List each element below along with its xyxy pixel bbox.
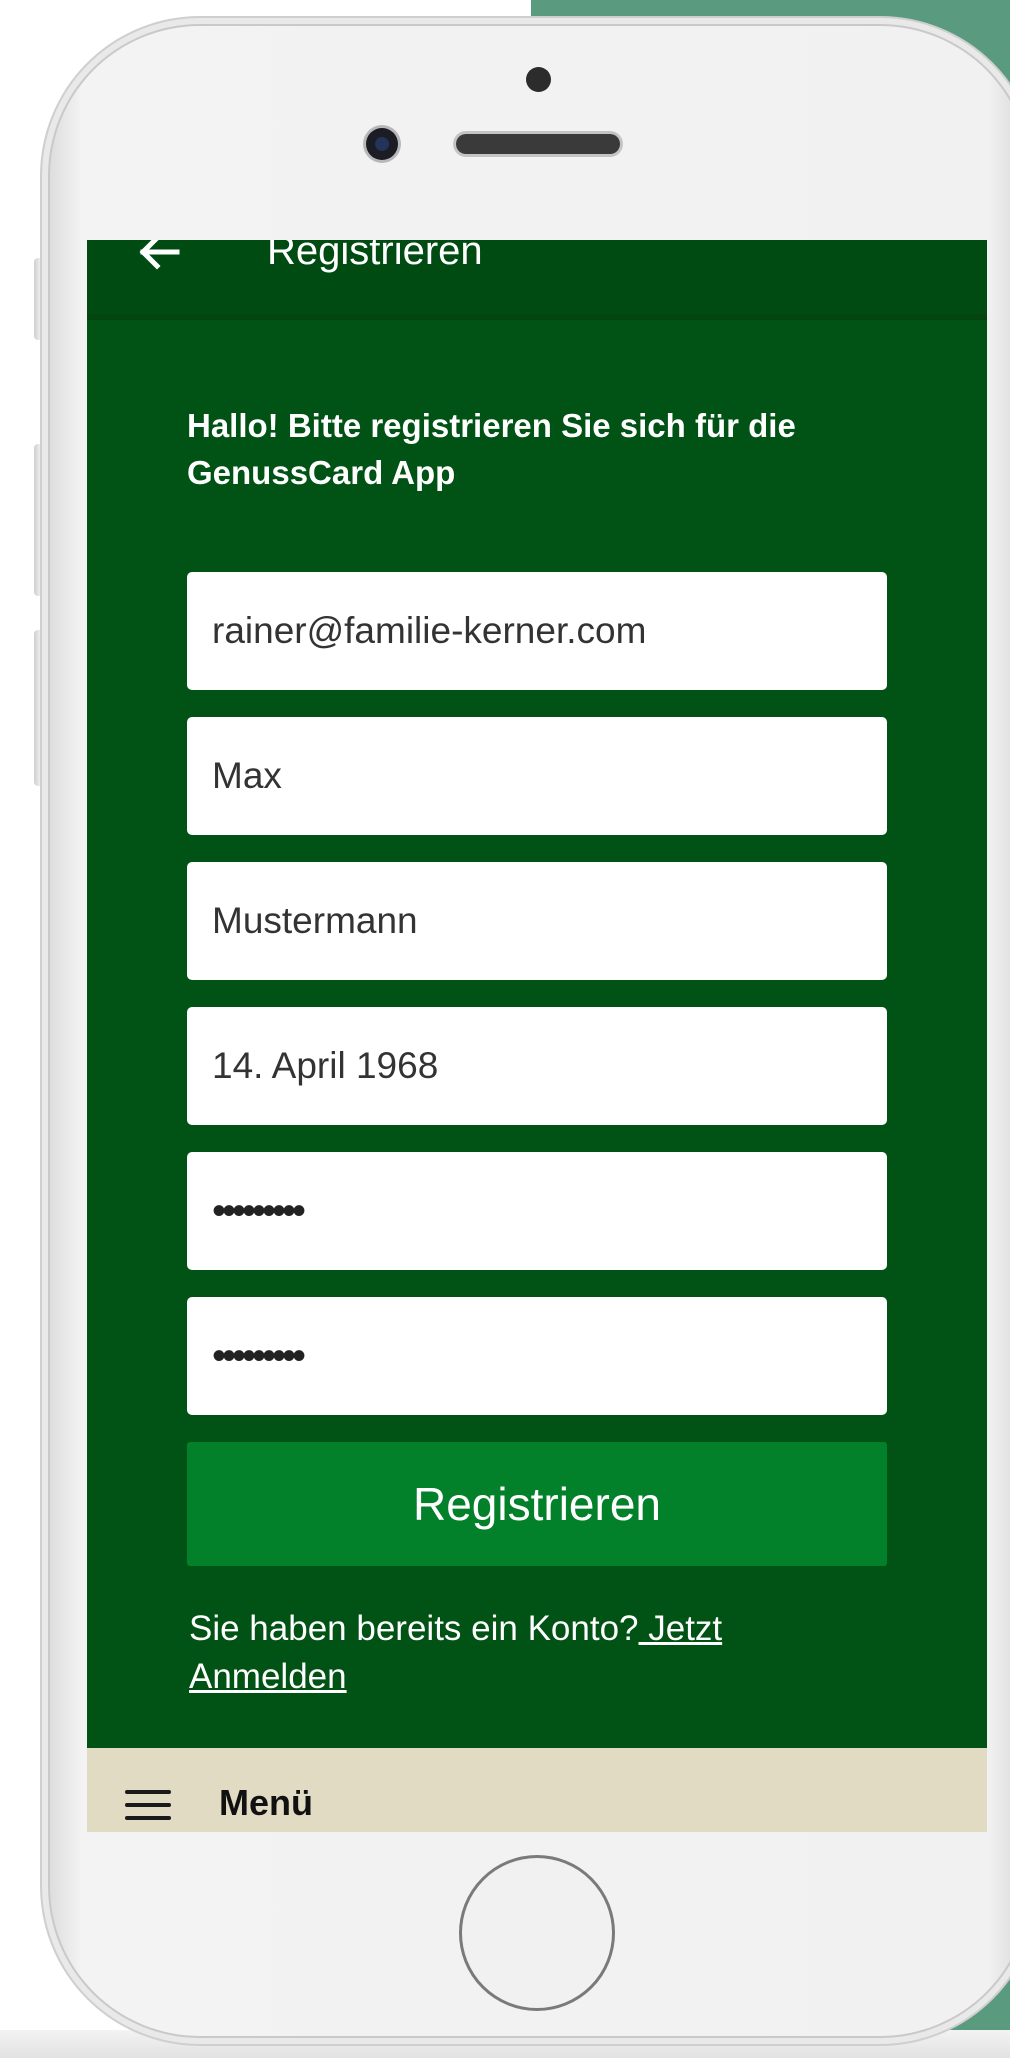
app-screen: Registrieren Hallo! Bitte registrieren S…	[87, 240, 987, 1832]
email-field[interactable]: rainer@familie-kerner.com	[187, 572, 887, 690]
birthdate-field[interactable]: 14. April 1968	[187, 1007, 887, 1125]
menu-label[interactable]: Menü	[219, 1782, 313, 1824]
arrow-left-icon[interactable]	[131, 240, 187, 280]
registration-intro: Hallo! Bitte registrieren Sie sich für d…	[187, 407, 796, 491]
password-confirm-field[interactable]: •••••••••	[187, 1297, 887, 1415]
first-name-field[interactable]: Max	[187, 717, 887, 835]
hamburger-icon[interactable]	[125, 1790, 171, 1820]
login-prompt: Sie haben bereits ein Konto? Jetzt Anmel…	[189, 1605, 869, 1701]
login-prompt-text: Sie haben bereits ein Konto?	[189, 1609, 639, 1648]
page-title: Registrieren	[267, 240, 483, 273]
register-button[interactable]: Registrieren	[187, 1442, 887, 1566]
proximity-sensor	[526, 67, 551, 92]
bottom-menu-bar[interactable]: Menü	[87, 1748, 987, 1832]
last-name-field[interactable]: Mustermann	[187, 862, 887, 980]
earpiece-speaker	[456, 134, 620, 154]
front-camera-icon	[366, 128, 398, 160]
home-button[interactable]	[459, 1855, 615, 2011]
app-bar: Registrieren	[87, 240, 987, 320]
password-field[interactable]: •••••••••	[187, 1152, 887, 1270]
